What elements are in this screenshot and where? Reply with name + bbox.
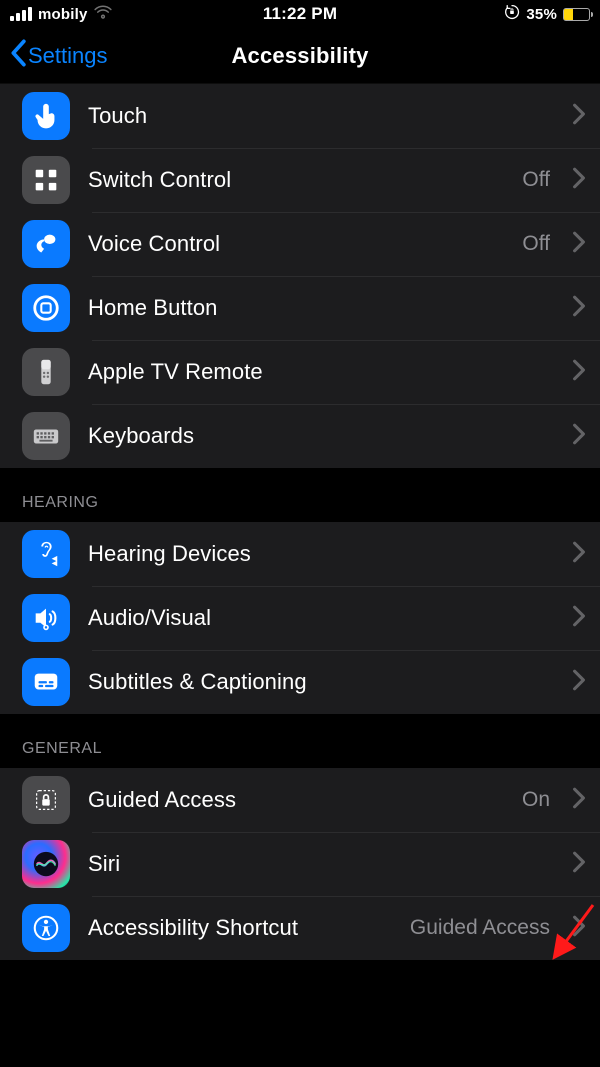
settings-row[interactable]: Keyboards: [0, 404, 600, 468]
chevron-right-icon: [572, 669, 586, 696]
wifi-icon: [94, 5, 112, 23]
status-left: mobily: [10, 5, 112, 23]
siri-icon: [22, 840, 70, 888]
chevron-right-icon: [572, 423, 586, 450]
chevron-right-icon: [572, 231, 586, 258]
chevron-right-icon: [572, 851, 586, 878]
settings-row[interactable]: Guided Access On: [0, 768, 600, 832]
row-label: Hearing Devices: [88, 541, 554, 567]
subtitles-icon: [22, 658, 70, 706]
touch-icon: [22, 92, 70, 140]
row-label: Subtitles & Captioning: [88, 669, 554, 695]
row-value: Off: [522, 168, 550, 192]
back-label: Settings: [28, 43, 108, 69]
settings-row[interactable]: Siri: [0, 832, 600, 896]
settings-list: Touch Switch Control Off Voice Control Off Ho…: [0, 84, 600, 960]
row-label: Voice Control: [88, 231, 504, 257]
chevron-left-icon: [8, 39, 28, 73]
back-button[interactable]: Settings: [8, 39, 108, 73]
settings-row[interactable]: Switch Control Off: [0, 148, 600, 212]
chevron-right-icon: [572, 915, 586, 942]
audio-visual-icon: [22, 594, 70, 642]
rotation-lock-icon: [504, 4, 520, 24]
clock: 11:22 PM: [263, 4, 337, 24]
home-button-icon: [22, 284, 70, 332]
row-value: On: [522, 788, 550, 812]
row-label: Audio/Visual: [88, 605, 554, 631]
settings-group: Guided Access On Siri Accessibility Shortcu…: [0, 768, 600, 960]
settings-row[interactable]: Subtitles & Captioning: [0, 650, 600, 714]
hearing-devices-icon: [22, 530, 70, 578]
nav-bar: Settings Accessibility: [0, 28, 600, 84]
row-label: Touch: [88, 103, 554, 129]
section-header: GENERAL: [0, 714, 600, 768]
settings-row[interactable]: Voice Control Off: [0, 212, 600, 276]
battery-level: [564, 9, 573, 20]
settings-group: Touch Switch Control Off Voice Control Off Ho…: [0, 84, 600, 468]
row-value: Guided Access: [410, 916, 550, 940]
cellular-signal-icon: [10, 7, 32, 21]
status-bar: mobily 11:22 PM 35%: [0, 0, 600, 28]
row-label: Accessibility Shortcut: [88, 915, 392, 941]
chevron-right-icon: [572, 541, 586, 568]
settings-group: Hearing Devices Audio/Visual Subtitles & C…: [0, 522, 600, 714]
status-right: 35%: [504, 4, 590, 24]
accessibility-shortcut-icon: [22, 904, 70, 952]
battery-pct: 35%: [526, 6, 557, 23]
carrier-label: mobily: [38, 6, 88, 23]
chevron-right-icon: [572, 103, 586, 130]
chevron-right-icon: [572, 787, 586, 814]
chevron-right-icon: [572, 359, 586, 386]
section-header: HEARING: [0, 468, 600, 522]
chevron-right-icon: [572, 167, 586, 194]
row-label: Siri: [88, 851, 554, 877]
battery-icon: [563, 8, 590, 21]
row-label: Guided Access: [88, 787, 504, 813]
settings-row[interactable]: Hearing Devices: [0, 522, 600, 586]
voice-control-icon: [22, 220, 70, 268]
settings-row[interactable]: Audio/Visual: [0, 586, 600, 650]
settings-row[interactable]: Accessibility Shortcut Guided Access: [0, 896, 600, 960]
row-label: Home Button: [88, 295, 554, 321]
apple-tv-remote-icon: [22, 348, 70, 396]
settings-row[interactable]: Touch: [0, 84, 600, 148]
page-title: Accessibility: [231, 43, 368, 69]
row-label: Switch Control: [88, 167, 504, 193]
switch-control-icon: [22, 156, 70, 204]
guided-access-icon: [22, 776, 70, 824]
settings-row[interactable]: Home Button: [0, 276, 600, 340]
row-value: Off: [522, 232, 550, 256]
chevron-right-icon: [572, 295, 586, 322]
keyboards-icon: [22, 412, 70, 460]
row-label: Apple TV Remote: [88, 359, 554, 385]
chevron-right-icon: [572, 605, 586, 632]
settings-row[interactable]: Apple TV Remote: [0, 340, 600, 404]
row-label: Keyboards: [88, 423, 554, 449]
